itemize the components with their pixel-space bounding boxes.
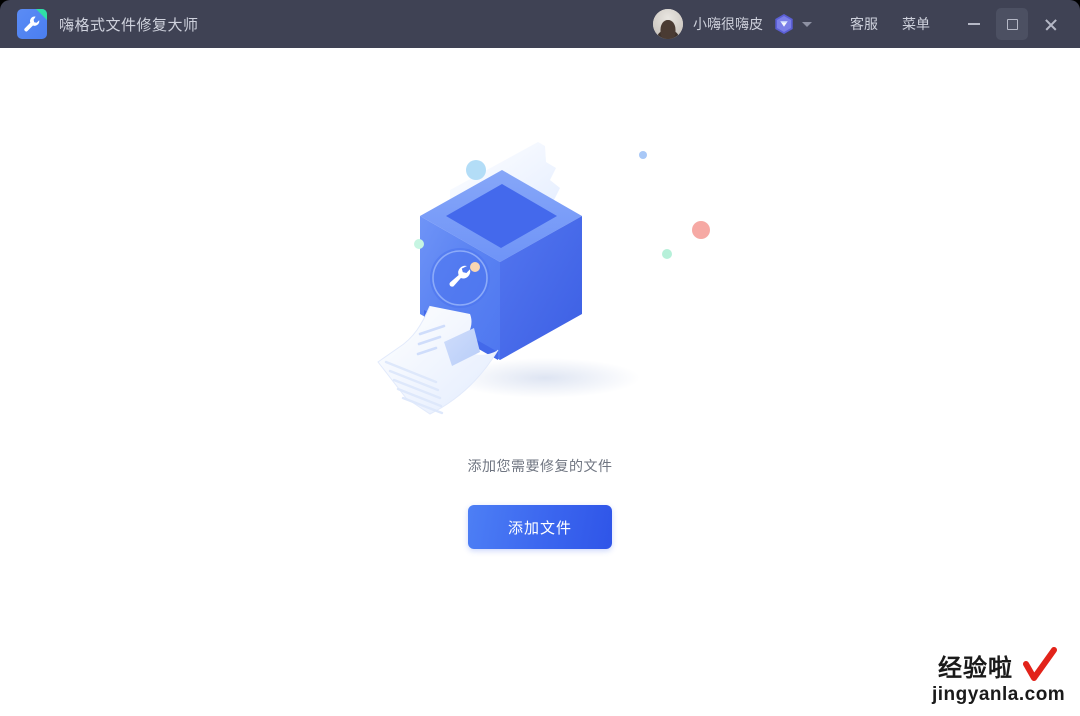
- chevron-down-icon[interactable]: [802, 21, 812, 27]
- dot-light-blue: [466, 160, 486, 180]
- empty-state-hint: 添加您需要修复的文件: [467, 458, 613, 474]
- main-content-area: 添加您需要修复的文件 添加文件 经验啦 jingyanla.com: [0, 48, 1080, 716]
- avatar[interactable]: [653, 9, 683, 39]
- app-logo-icon: [17, 9, 47, 39]
- wrench-badge-icon: [430, 248, 490, 308]
- dot-salmon: [692, 221, 710, 239]
- maximize-icon: [1006, 18, 1018, 30]
- customer-service-menu[interactable]: 客服: [838, 0, 890, 48]
- watermark-cn-text: 经验啦: [938, 654, 1013, 682]
- red-check-icon: [1023, 647, 1057, 681]
- gem-badge-icon[interactable]: [774, 13, 794, 35]
- minimize-icon: [968, 23, 980, 25]
- close-button[interactable]: [1034, 8, 1066, 40]
- close-icon: [1044, 18, 1057, 31]
- application-window: 嗨格式文件修复大师 小嗨很嗨皮 客服 菜单 添加您需要修复的文件 添加文件 经验…: [0, 0, 1080, 716]
- site-watermark: 经验啦 jingyanla.com: [930, 646, 1072, 710]
- dot-blue-small: [639, 151, 647, 159]
- file-repair-machine-illustration: [370, 128, 710, 428]
- avatar-head: [660, 20, 676, 39]
- minimize-button[interactable]: [958, 8, 990, 40]
- dot-mint-left: [414, 239, 424, 249]
- add-file-button[interactable]: 添加文件: [468, 505, 612, 549]
- dot-mint-right: [662, 249, 672, 259]
- app-title: 嗨格式文件修复大师: [59, 16, 199, 34]
- titlebar-right-group: 小嗨很嗨皮 客服 菜单: [653, 0, 1080, 48]
- empty-state-stack: 添加您需要修复的文件 添加文件: [0, 128, 1080, 549]
- maximize-button[interactable]: [996, 8, 1028, 40]
- watermark-domain: jingyanla.com: [931, 684, 1065, 705]
- wrench-icon: [24, 16, 40, 32]
- menu-button[interactable]: 菜单: [890, 0, 942, 48]
- titlebar: 嗨格式文件修复大师 小嗨很嗨皮 客服 菜单: [0, 0, 1080, 48]
- dot-peach: [470, 262, 480, 272]
- username-label[interactable]: 小嗨很嗨皮: [693, 14, 763, 34]
